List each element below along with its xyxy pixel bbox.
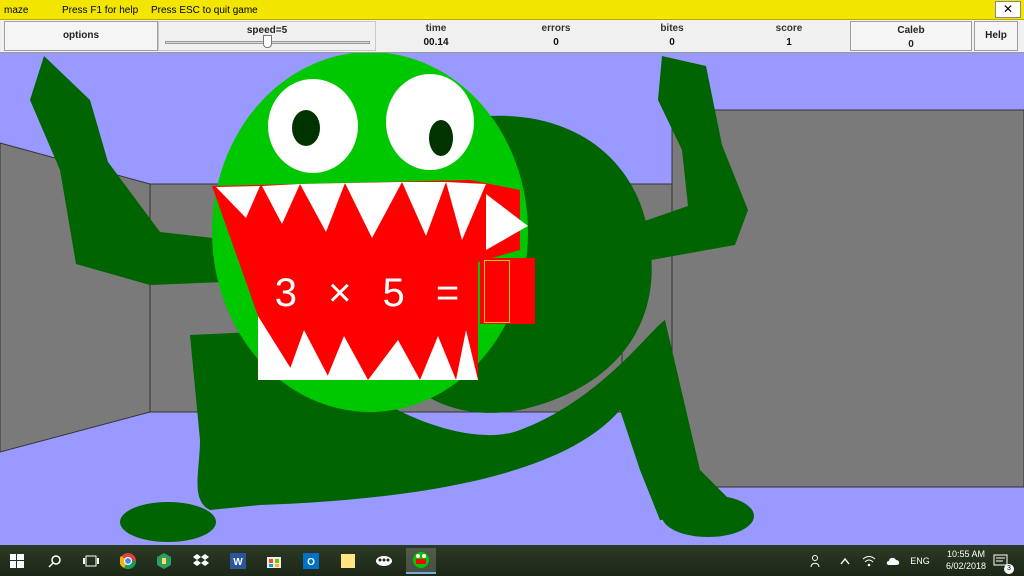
windows-icon[interactable]: [6, 550, 28, 572]
outlook-icon[interactable]: O: [300, 550, 322, 572]
monster-left-pupil: [292, 110, 320, 146]
sticky-notes-icon[interactable]: [337, 550, 359, 572]
player-name: Caleb: [897, 25, 925, 36]
score-label: score: [775, 23, 803, 34]
speed-control: speed=5: [158, 21, 376, 51]
monster-right-foot: [662, 495, 754, 537]
errors-value: 0: [553, 37, 559, 48]
svg-text:W: W: [233, 557, 243, 568]
score-stat: score 1: [753, 23, 825, 48]
time-value: 00.14: [423, 37, 449, 48]
word-icon[interactable]: W: [227, 550, 249, 572]
store-icon[interactable]: [263, 550, 285, 572]
maze-view: 3 × 5 =: [0, 53, 1024, 545]
options-button[interactable]: options: [4, 21, 158, 51]
app-title: maze: [4, 5, 29, 16]
taskbar: W O ENG 10:55 AM 6/02/2018 3: [0, 545, 1024, 576]
quit-hint: Press ESC to quit game: [151, 5, 258, 16]
dropbox-icon[interactable]: [190, 550, 212, 572]
toolbar: options speed=5 time 00.14 errors 0 bite…: [0, 20, 1024, 53]
task-view-icon[interactable]: [80, 550, 102, 572]
clock-time: 10:55 AM: [946, 549, 985, 559]
notification-center-icon[interactable]: 3: [990, 550, 1014, 574]
monster-right-pupil: [429, 120, 453, 156]
close-button[interactable]: ✕: [995, 1, 1021, 18]
people-icon[interactable]: [806, 550, 828, 572]
maze-game-icon[interactable]: [406, 548, 436, 574]
clock-date: 6/02/2018: [945, 561, 986, 571]
score-value: 1: [786, 37, 792, 48]
player-panel[interactable]: Caleb 0: [850, 21, 972, 51]
chrome-icon[interactable]: [117, 550, 139, 572]
help-hint: Press F1 for help: [62, 5, 139, 16]
monster-right-eye: [386, 74, 474, 170]
monster-left-foot: [120, 502, 216, 542]
time-stat: time 00.14: [400, 23, 472, 48]
bites-stat: bites 0: [636, 23, 708, 48]
game-scene[interactable]: 3 × 5 =: [0, 53, 1024, 545]
title-bar: maze Press F1 for help Press ESC to quit…: [0, 0, 1024, 20]
keepass-icon[interactable]: [153, 550, 175, 572]
search-icon[interactable]: [44, 550, 66, 572]
errors-stat: errors 0: [520, 23, 592, 48]
cloud-icon[interactable]: [882, 550, 904, 572]
help-button[interactable]: Help: [974, 21, 1018, 51]
svg-text:O: O: [307, 557, 315, 568]
game-icon[interactable]: [373, 550, 395, 572]
language-indicator[interactable]: ENG: [906, 550, 934, 572]
answer-input[interactable]: [484, 260, 510, 323]
time-label: time: [425, 23, 447, 34]
wifi-icon[interactable]: [858, 550, 880, 572]
chevron-up-icon[interactable]: [834, 550, 856, 572]
speed-slider-thumb[interactable]: [263, 35, 272, 48]
player-value: 0: [908, 39, 914, 50]
bites-value: 0: [669, 37, 675, 48]
notification-badge: 3: [1004, 564, 1014, 574]
bites-label: bites: [660, 23, 684, 34]
clock[interactable]: 10:55 AM 6/02/2018: [946, 548, 986, 572]
math-problem: 3 × 5 =: [275, 271, 470, 315]
errors-label: errors: [541, 23, 571, 34]
